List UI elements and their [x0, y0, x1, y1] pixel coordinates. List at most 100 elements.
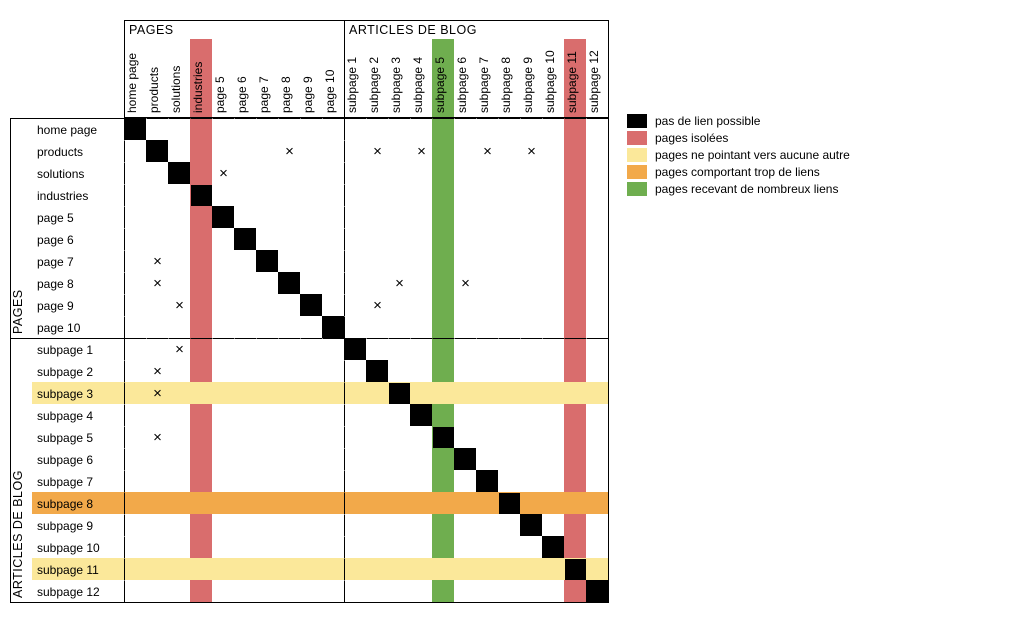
legend-swatch-orange	[627, 165, 647, 179]
matrix-cell	[564, 514, 586, 536]
matrix-cell	[212, 404, 234, 426]
matrix-cell	[564, 338, 586, 360]
matrix-cell	[256, 360, 278, 382]
matrix-cell	[212, 162, 234, 184]
row-label: subpage 4	[32, 404, 124, 426]
matrix-cell	[190, 514, 212, 536]
matrix-cell	[344, 470, 366, 492]
matrix-cell	[586, 118, 608, 140]
matrix-cell	[256, 250, 278, 272]
matrix-cell	[410, 250, 432, 272]
matrix-cell	[146, 360, 168, 382]
matrix-cell	[146, 426, 168, 448]
matrix-cell	[366, 360, 388, 382]
matrix-cell	[520, 514, 542, 536]
matrix-cell	[322, 360, 344, 382]
matrix-cell	[124, 360, 146, 382]
matrix-cell	[542, 470, 564, 492]
matrix-cell	[410, 448, 432, 470]
matrix-cell	[168, 272, 190, 294]
matrix-cell	[322, 316, 344, 338]
matrix-cell	[520, 580, 542, 602]
matrix-cell	[234, 228, 256, 250]
matrix-cell	[146, 228, 168, 250]
matrix-cell	[234, 162, 256, 184]
matrix-cell	[388, 162, 410, 184]
matrix-cell	[190, 228, 212, 250]
legend-swatch-green	[627, 182, 647, 196]
matrix-cell	[344, 294, 366, 316]
matrix-cell	[564, 580, 586, 602]
matrix-cell	[388, 206, 410, 228]
matrix-cell	[476, 140, 498, 162]
matrix-cell	[498, 140, 520, 162]
matrix-cell	[124, 470, 146, 492]
matrix-cell	[256, 272, 278, 294]
matrix-cell	[124, 140, 146, 162]
matrix-cell	[212, 206, 234, 228]
matrix-cell	[366, 118, 388, 140]
matrix-cell	[256, 514, 278, 536]
matrix-cell	[278, 448, 300, 470]
matrix-cell	[344, 338, 366, 360]
matrix-cell	[212, 470, 234, 492]
matrix-cell	[124, 514, 146, 536]
matrix-cell	[256, 404, 278, 426]
matrix-cell	[520, 360, 542, 382]
matrix-cell	[586, 580, 608, 602]
matrix-cell	[564, 558, 586, 580]
matrix-cell	[168, 162, 190, 184]
matrix-cell	[190, 404, 212, 426]
matrix-cell	[410, 558, 432, 580]
matrix-cell	[256, 316, 278, 338]
column-label: subpage 4	[411, 57, 425, 113]
matrix-cell	[432, 426, 454, 448]
matrix-cell	[344, 272, 366, 294]
matrix-cell	[498, 118, 520, 140]
matrix-cell	[212, 580, 234, 602]
matrix-cell	[300, 316, 322, 338]
matrix-cell	[322, 382, 344, 404]
matrix-cell	[190, 206, 212, 228]
matrix-cell	[344, 316, 366, 338]
matrix-cell	[520, 382, 542, 404]
matrix-cell	[476, 470, 498, 492]
matrix-cell	[344, 514, 366, 536]
matrix-cell	[124, 228, 146, 250]
column-group-header: PAGESARTICLES DE BLOG	[124, 20, 609, 39]
matrix-cell	[212, 250, 234, 272]
matrix-cell	[124, 426, 146, 448]
matrix-cell	[586, 316, 608, 338]
matrix-cell	[146, 536, 168, 558]
column-group-pages: PAGES	[124, 21, 344, 39]
matrix-cell	[520, 492, 542, 514]
matrix-cell	[498, 536, 520, 558]
matrix-cell	[476, 184, 498, 206]
matrix-cell	[256, 558, 278, 580]
matrix-cell	[520, 250, 542, 272]
matrix-cell	[410, 206, 432, 228]
matrix-cell	[278, 294, 300, 316]
matrix-cell	[322, 184, 344, 206]
matrix-cell	[322, 162, 344, 184]
matrix-cell	[586, 514, 608, 536]
matrix-cell	[146, 558, 168, 580]
matrix-cell	[498, 184, 520, 206]
matrix-cell	[212, 184, 234, 206]
matrix-cell	[124, 448, 146, 470]
matrix-cell	[388, 514, 410, 536]
column-label: subpage 2	[367, 57, 381, 113]
matrix-cell	[432, 206, 454, 228]
matrix-cell	[256, 492, 278, 514]
matrix-cell	[278, 382, 300, 404]
matrix-cell	[190, 492, 212, 514]
row-group-header: PAGESARTICLES DE BLOG	[10, 118, 32, 603]
matrix-cell	[498, 514, 520, 536]
legend: pas de lien possible pages isolées pages…	[627, 20, 850, 603]
matrix-cell	[168, 184, 190, 206]
matrix-cell	[388, 250, 410, 272]
matrix-cell	[124, 162, 146, 184]
matrix-cell	[278, 228, 300, 250]
matrix-cell	[564, 492, 586, 514]
matrix-cell	[586, 360, 608, 382]
